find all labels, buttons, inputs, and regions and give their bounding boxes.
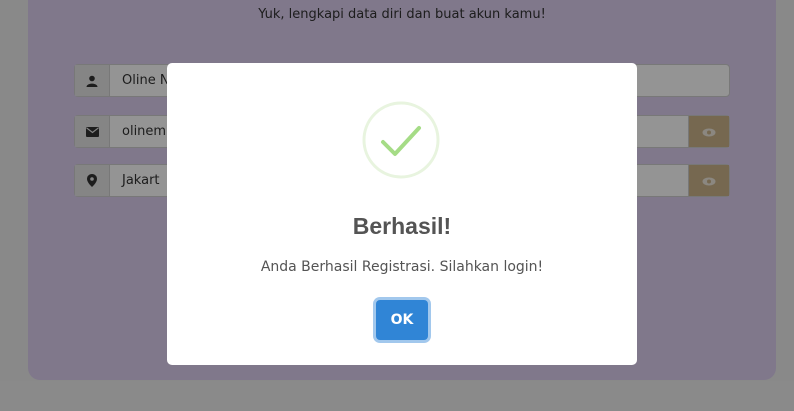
success-dialog: Berhasil! Anda Berhasil Registrasi. Sila… xyxy=(167,63,637,365)
success-check-icon xyxy=(362,101,440,179)
ok-button[interactable]: OK xyxy=(376,300,428,340)
modal-title: Berhasil! xyxy=(352,213,452,239)
modal-message: Anda Berhasil Registrasi. Silahkan login… xyxy=(260,259,544,275)
